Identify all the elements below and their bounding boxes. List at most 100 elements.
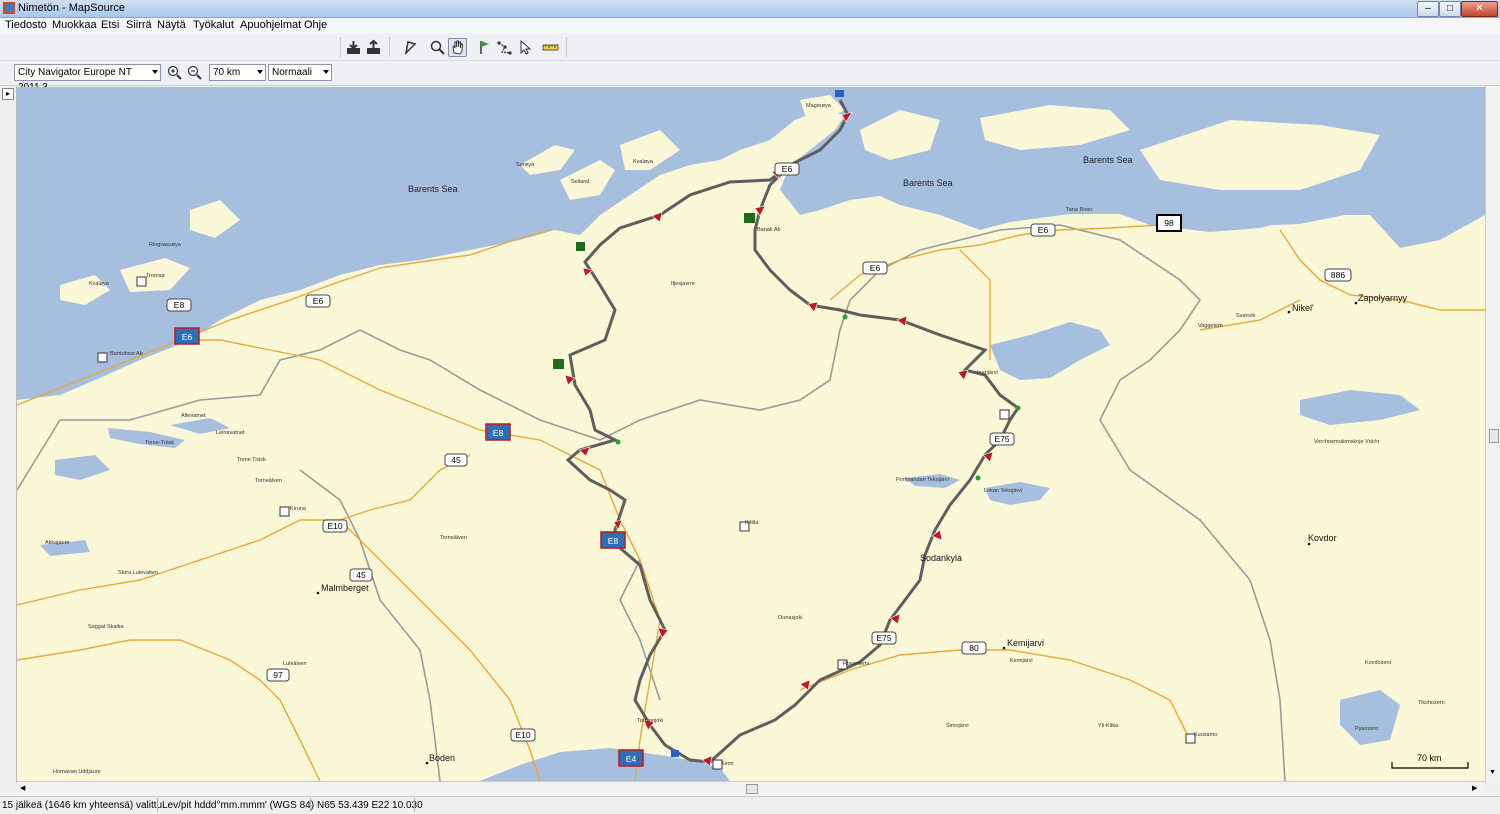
menu-siirra[interactable]: Siirrä — [126, 19, 152, 31]
place-label: Vaggetem — [1198, 323, 1223, 329]
svg-text:E6: E6 — [782, 164, 793, 174]
road-shield-e6: E6 — [774, 162, 800, 176]
place-label: Ifjesjavrre — [671, 281, 695, 287]
place-label: Kvaløya — [633, 159, 654, 165]
menu-etsi[interactable]: Etsi — [101, 19, 119, 31]
selection-tool-icon[interactable] — [515, 38, 534, 57]
menu-apuohjelmat[interactable]: Apuohjelmat — [240, 19, 301, 31]
road-shield-e8: E8 — [485, 423, 511, 441]
maximize-button[interactable]: □ — [1439, 1, 1461, 17]
tools-toolbar — [0, 34, 1500, 61]
place-label: Bardufoss Ab — [110, 351, 143, 357]
hand-tool-icon[interactable] — [448, 38, 467, 57]
svg-text:E4: E4 — [626, 754, 637, 764]
place-label: Akkajaure — [45, 540, 69, 546]
place-label: Kuusamo — [1194, 732, 1217, 738]
place-label: Lokan Tekojärvi — [984, 488, 1022, 494]
place-label: Banak Ab — [757, 227, 781, 233]
place-label: Magerøya — [806, 103, 832, 109]
vertical-scroll-thumb[interactable] — [1489, 429, 1499, 443]
place-label: Torneälven — [440, 535, 467, 541]
place-label: Torne Träsk — [237, 457, 266, 463]
sea-label: Barents Sea — [1083, 155, 1133, 165]
svg-text:E6: E6 — [313, 296, 324, 306]
svg-text:E6: E6 — [870, 263, 881, 273]
city-label: Sodankyla — [920, 553, 962, 563]
scroll-down-arrow-icon[interactable]: ▼ — [1489, 769, 1496, 776]
road-shield-e6: E6 — [305, 294, 331, 308]
place-label: Verchnemulomskoje Vdchr — [1314, 439, 1380, 445]
city-label: Nikel' — [1292, 303, 1314, 313]
selection-status: 15 jälkeä (1646 km yhteensä) valittu — [2, 800, 163, 811]
scale-label: 70 km — [1417, 753, 1442, 763]
place-label: Yli-Kitka — [1098, 723, 1119, 729]
route-tool-icon[interactable] — [495, 38, 514, 57]
road-shield-e75: E75 — [989, 432, 1015, 446]
place-label: Pyaozero — [1355, 726, 1378, 732]
place-label: Altevatnet — [181, 413, 206, 419]
menu-tiedosto[interactable]: Tiedosto — [5, 19, 47, 31]
expand-panel-icon[interactable]: ▸ — [2, 88, 14, 100]
detail-level-select[interactable]: Normaali — [268, 64, 332, 81]
horizontal-scrollbar[interactable]: ◀ ▶ — [17, 781, 1485, 796]
place-label: Kiruna — [290, 506, 307, 512]
measure-tool-icon[interactable] — [541, 38, 560, 57]
receive-from-device-icon[interactable] — [344, 38, 363, 57]
map-product-select[interactable]: City Navigator Europe NT 2011.3 — [14, 64, 161, 93]
zoom-tool-icon[interactable] — [428, 38, 447, 57]
road-shield-98: 98 — [1156, 214, 1182, 232]
road-shield-97: 97 — [266, 668, 290, 682]
svg-text:E75: E75 — [876, 633, 891, 643]
place-label: Torne-Träsk — [145, 440, 174, 446]
waypoint-tool-icon[interactable] — [475, 38, 494, 57]
cursor-position: N65 53.439 E22 10.030 — [317, 800, 423, 811]
map-view[interactable]: Barents Sea Barents Sea Barents Sea Malm… — [17, 87, 1485, 781]
window-title: Nimetön - MapSource — [18, 2, 125, 14]
status-bar: 15 jälkeä (1646 km yhteensä) valittu Lev… — [0, 796, 1500, 814]
menu-tyokalut[interactable]: Työkalut — [193, 19, 234, 31]
place-label: Kovdozero — [1365, 660, 1391, 666]
svg-text:E8: E8 — [608, 536, 619, 546]
map-toolbar: City Navigator Europe NT 2011.3 70 km No… — [0, 61, 1500, 93]
svg-text:98: 98 — [1164, 218, 1174, 228]
zoom-scale-select[interactable]: 70 km — [209, 64, 266, 81]
svg-text:E10: E10 — [515, 730, 530, 740]
place-label: Svanvik — [1236, 313, 1256, 319]
city-labels: Malmberget Boden Kemijarvi Kovdor Nikel'… — [316, 293, 1408, 765]
place-label: Simojärvi — [946, 723, 969, 729]
chevron-down-icon — [152, 70, 158, 74]
scroll-right-arrow-icon[interactable]: ▶ — [1472, 784, 1477, 792]
scroll-left-arrow-icon[interactable]: ◀ — [20, 784, 25, 792]
place-label: Tornionjoki — [637, 718, 663, 724]
svg-text:E10: E10 — [327, 521, 342, 531]
title-bar: Nimetön - MapSource – □ ✕ — [0, 0, 1500, 18]
road-shield-80: 80 — [961, 641, 987, 655]
svg-text:E8: E8 — [493, 428, 504, 438]
place-label: Inarijärvi — [977, 370, 998, 376]
map-canvas[interactable]: Barents Sea Barents Sea Barents Sea Malm… — [17, 87, 1485, 781]
svg-text:E6: E6 — [182, 332, 193, 342]
horizontal-scroll-thumb[interactable] — [746, 784, 758, 794]
road-shield-45: 45 — [349, 568, 373, 582]
minimize-button[interactable]: – — [1417, 1, 1439, 17]
vertical-scrollbar[interactable]: ▼ — [1485, 86, 1500, 783]
menu-muokkaa[interactable]: Muokkaa — [52, 19, 97, 31]
road-shield-e8: E8 — [166, 298, 192, 312]
map-tool-icon[interactable] — [401, 38, 420, 57]
zoom-in-icon[interactable] — [167, 65, 182, 80]
menu-nayta[interactable]: Näytä — [157, 19, 186, 31]
sea-label: Barents Sea — [408, 184, 458, 194]
road-shield-e8: E8 — [600, 531, 626, 549]
menu-ohje[interactable]: Ohje — [304, 19, 327, 31]
svg-text:45: 45 — [451, 455, 461, 465]
place-label: Kemi — [721, 761, 734, 767]
road-shield-e6: E6 — [174, 327, 200, 345]
svg-text:E75: E75 — [994, 434, 1009, 444]
road-shield-e10: E10 — [322, 519, 348, 533]
zoom-out-icon[interactable] — [187, 65, 202, 80]
svg-text:886: 886 — [1331, 270, 1345, 280]
send-to-device-icon[interactable] — [364, 38, 383, 57]
close-button[interactable]: ✕ — [1461, 1, 1498, 17]
place-label: Kvaløya — [89, 281, 110, 287]
place-label: Rovaniemi — [843, 661, 869, 667]
